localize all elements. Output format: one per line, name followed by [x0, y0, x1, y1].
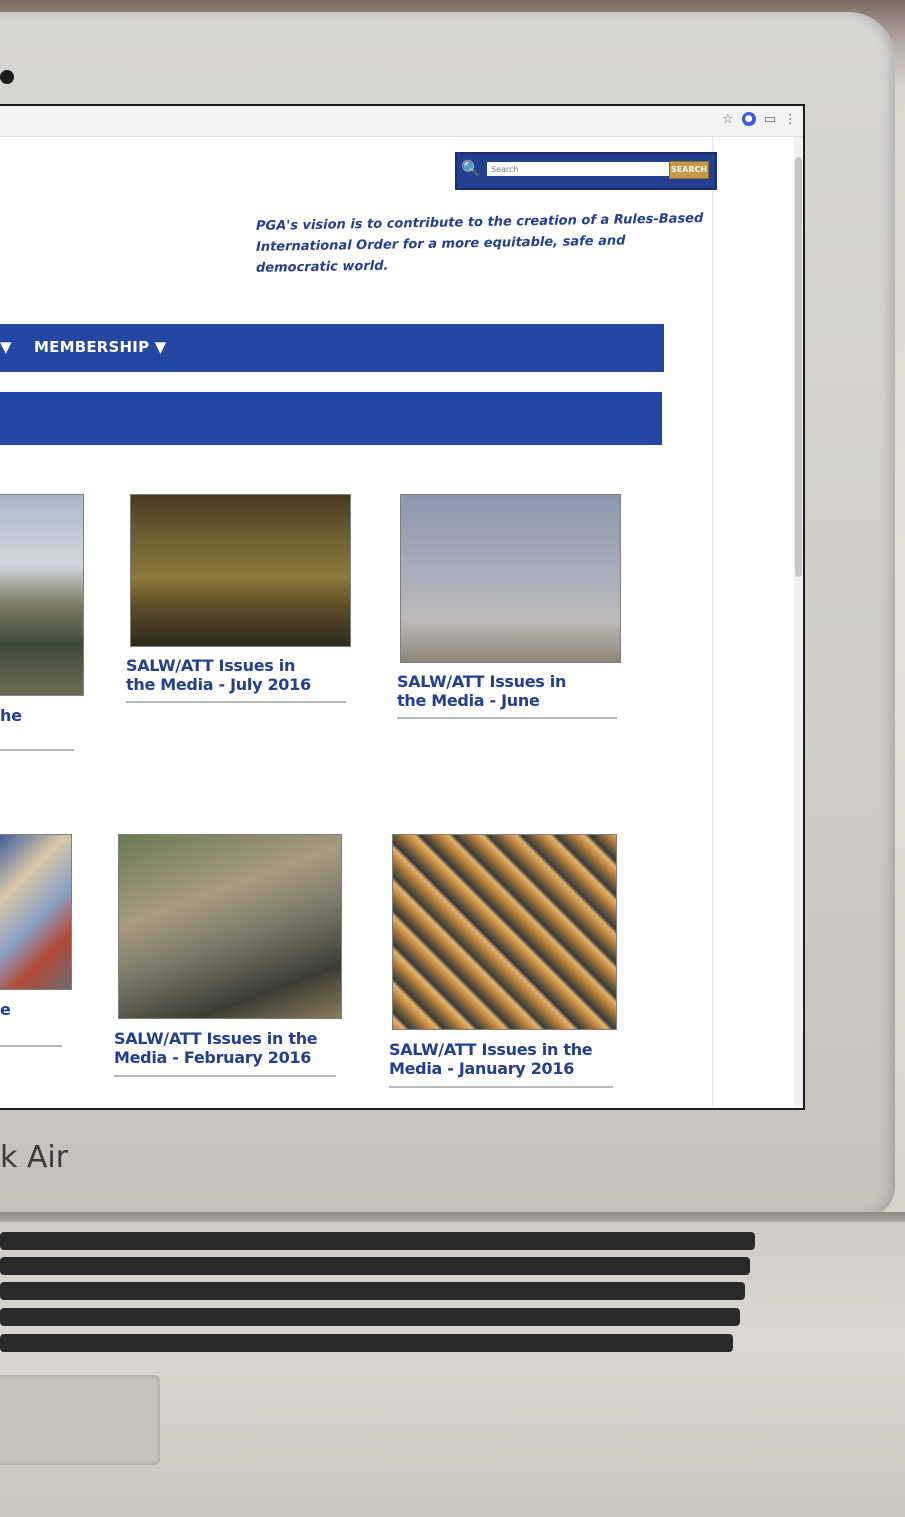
key-row: [0, 1308, 740, 1326]
extension-icon[interactable]: ●: [741, 112, 756, 126]
article-title[interactable]: SALW/ATT Issues in the Media - February …: [114, 1029, 324, 1067]
ammunition-belts-image[interactable]: [392, 834, 617, 1030]
laptop-screen: ☆ ● ▭ ⋮ 🔍 SEARCH PGA's vision is to cont…: [0, 104, 805, 1110]
model-label: k Air: [0, 1140, 69, 1175]
browser-toolbar-icons: ☆ ● ▭ ⋮: [722, 112, 797, 128]
article-title[interactable]: SALW/ATT Issues in the Media - June: [397, 672, 597, 710]
trackpad: [0, 1375, 160, 1465]
page-content-edge: [712, 137, 713, 1106]
key-row: [0, 1282, 745, 1300]
section-header-bar: [0, 392, 662, 445]
article-title[interactable]: SALW/ATT Issues in the Media - July 2016: [126, 656, 326, 694]
card-divider: [0, 749, 74, 751]
star-icon[interactable]: ☆: [722, 112, 734, 128]
scrollbar[interactable]: [794, 137, 803, 1106]
vision-statement: PGA's vision is to contribute to the cre…: [256, 211, 704, 276]
search-input[interactable]: [487, 162, 671, 176]
weapons-crates-image[interactable]: [130, 494, 351, 647]
search-bar: 🔍 SEARCH: [455, 152, 717, 190]
card-divider: [389, 1086, 613, 1088]
laptop-bezel-bottom: [0, 1110, 905, 1210]
card-divider: [397, 717, 617, 719]
soldier-binoculars-image[interactable]: [400, 494, 621, 663]
article-title[interactable]: SALW/ATT Issues in the Media - January 2…: [389, 1040, 599, 1078]
menu-dots-icon[interactable]: ⋮: [784, 112, 797, 128]
nav-item-membership[interactable]: MEMBERSHIP ▼: [34, 338, 166, 356]
card-divider: [114, 1075, 336, 1077]
camera-lens: [0, 70, 14, 84]
key-row: [0, 1232, 755, 1250]
cast-icon[interactable]: ▭: [764, 112, 776, 128]
article-title[interactable]: he: [0, 706, 22, 725]
card-divider: [126, 701, 346, 703]
nav-dropdown-arrow-icon[interactable]: ▼: [0, 338, 12, 356]
search-button[interactable]: SEARCH: [669, 161, 709, 179]
key-row: [0, 1334, 733, 1352]
armored-vehicle-image[interactable]: [0, 494, 84, 696]
browser-toolbar: ☆ ● ▭ ⋮: [0, 106, 803, 137]
collected-rifles-image[interactable]: [118, 834, 342, 1019]
main-navigation-bar: ▼ MEMBERSHIP ▼: [0, 324, 664, 372]
card-divider: [0, 1045, 62, 1047]
search-icon[interactable]: 🔍: [461, 159, 481, 179]
article-title[interactable]: e: [0, 1000, 11, 1019]
key-row: [0, 1257, 750, 1275]
scrollbar-thumb[interactable]: [795, 157, 802, 577]
crowd-rally-image[interactable]: [0, 834, 72, 990]
keyboard-deck: [0, 1222, 905, 1517]
